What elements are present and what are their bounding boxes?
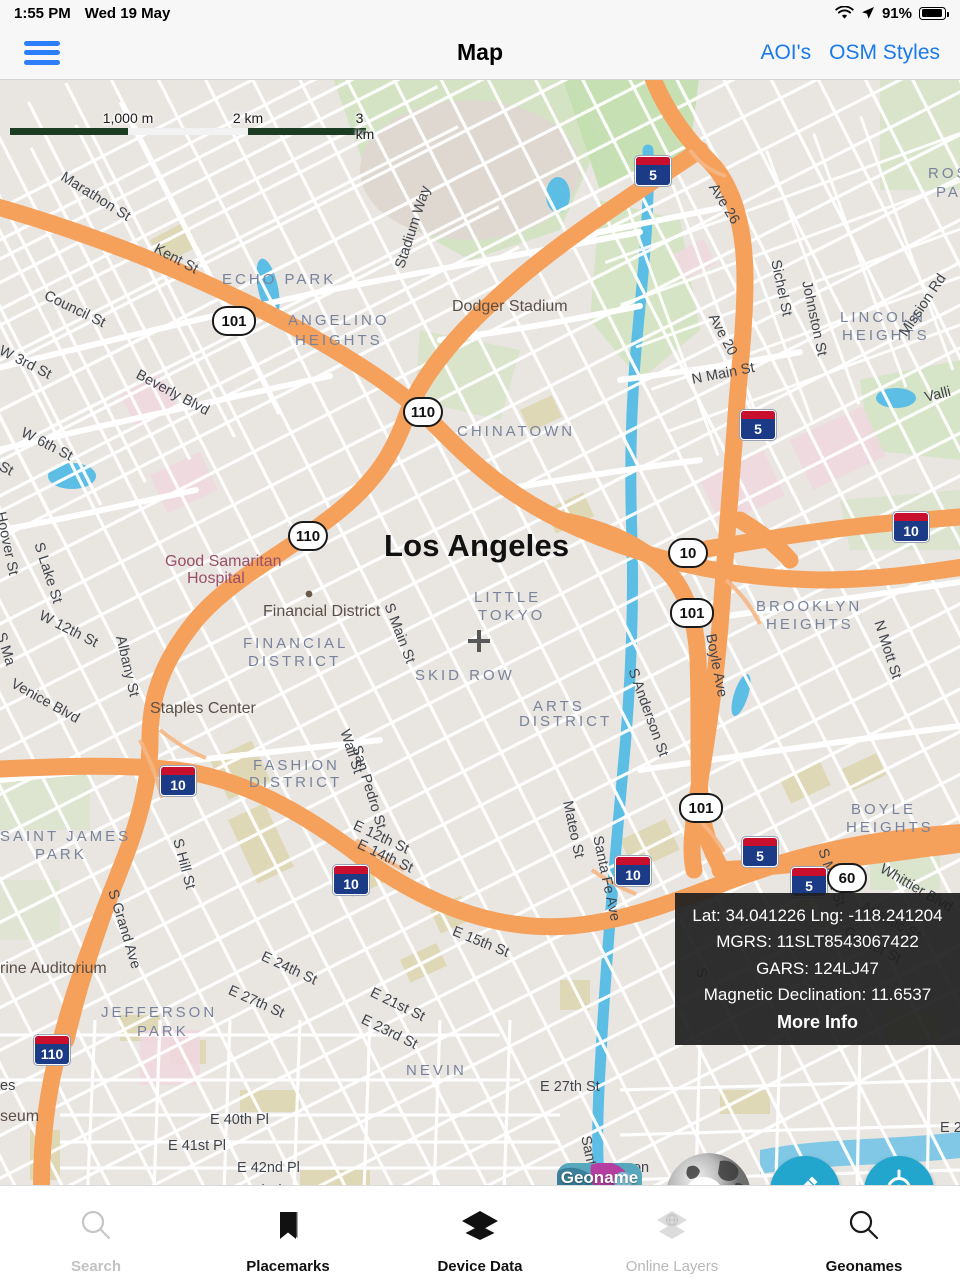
us-route-shield-101: 101 <box>212 306 256 336</box>
scale-bar-labels: 1,000 m 2 km 3 km <box>10 110 375 142</box>
scale-tick-2: 3 km <box>355 110 375 142</box>
more-info-button[interactable]: More Info <box>683 1012 952 1033</box>
wifi-icon <box>835 5 854 20</box>
declination-row: Magnetic Declination: 11.6537 <box>703 985 932 1005</box>
interstate-shield-10: 10 <box>893 512 929 542</box>
interstate-shield-10: 10 <box>160 766 196 796</box>
tab-device-data-label: Device Data <box>437 1258 523 1275</box>
battery-icon <box>919 6 949 20</box>
state-route-shield-60: 60 <box>827 863 867 893</box>
globe-layers-icon <box>652 1206 692 1244</box>
state-route-shield-110: 110 <box>403 397 443 427</box>
battery-percent: 91% <box>881 4 912 22</box>
latlng-row: Lat: 34.041226 Lng: -118.241204 <box>692 906 943 925</box>
crosshair-plus-icon <box>468 630 490 652</box>
bookmark-icon <box>271 1206 305 1244</box>
search-icon <box>847 1206 881 1244</box>
tab-search-label: Search <box>70 1258 122 1275</box>
state-route-shield-110: 110 <box>288 521 328 551</box>
interstate-shield-5: 5 <box>635 156 671 186</box>
pencil-icon <box>787 1171 823 1185</box>
tab-placemarks[interactable]: Placemarks <box>192 1186 384 1280</box>
tab-device-data[interactable]: Device Data <box>384 1186 576 1280</box>
tab-geonames-label: Geonames <box>825 1258 903 1275</box>
tab-online-layers-label: Online Layers <box>625 1258 719 1275</box>
location-arrow-icon <box>861 6 875 20</box>
search-icon <box>79 1206 113 1244</box>
geoname-thumbnail-button[interactable]: Geoname <box>557 1163 642 1185</box>
map-scale-bar: 1,000 m 2 km 3 km <box>10 110 375 142</box>
status-date: Wed 19 May <box>84 4 171 22</box>
interstate-shield-10: 10 <box>615 856 651 886</box>
mgrs-row: MGRS: 11SLT8543067422 <box>716 932 919 952</box>
us-route-shield-101: 101 <box>679 793 723 823</box>
coordinate-info-panel: Lat: 34.041226 Lng: -118.241204 MGRS: 11… <box>675 893 960 1046</box>
gars-row: GARS: 124LJ47 <box>756 958 879 978</box>
bottom-tab-bar: Search Placemarks Device Data Online Lay… <box>0 1185 960 1280</box>
interstate-shield-110: 110 <box>34 1035 70 1065</box>
scale-tick-0: 1,000 m <box>102 110 154 126</box>
globe-thumbnail[interactable] <box>666 1153 751 1185</box>
geoname-thumbnail-label: Geoname <box>560 1168 639 1185</box>
crosshair-target-icon <box>879 1169 919 1185</box>
status-bar: 1:55 PM Wed 19 May 91% <box>0 0 960 26</box>
nav-actions: AOI's OSM Styles <box>760 41 940 65</box>
map-canvas[interactable]: 1,000 m 2 km 3 km Los Angeles ECHO PARK AN… <box>0 80 960 1185</box>
scale-bar-track <box>10 128 370 135</box>
aoi-button[interactable]: AOI's <box>760 41 811 65</box>
tab-placemarks-label: Placemarks <box>246 1258 330 1275</box>
scale-tick-1: 2 km <box>232 110 264 126</box>
status-time: 1:55 PM <box>14 4 71 22</box>
layers-icon <box>460 1206 500 1244</box>
tab-search[interactable]: Search <box>0 1186 192 1280</box>
interstate-shield-5: 5 <box>742 837 778 867</box>
us-route-shield-101: 101 <box>670 598 714 628</box>
interstate-shield-10: 10 <box>333 865 369 895</box>
navigation-bar: Map AOI's OSM Styles <box>0 26 960 80</box>
tab-online-layers[interactable]: Online Layers <box>576 1186 768 1280</box>
state-route-shield-10: 10 <box>668 538 708 568</box>
tab-geonames[interactable]: Geonames <box>768 1186 960 1280</box>
osm-styles-button[interactable]: OSM Styles <box>829 41 940 65</box>
interstate-shield-5: 5 <box>740 410 776 440</box>
